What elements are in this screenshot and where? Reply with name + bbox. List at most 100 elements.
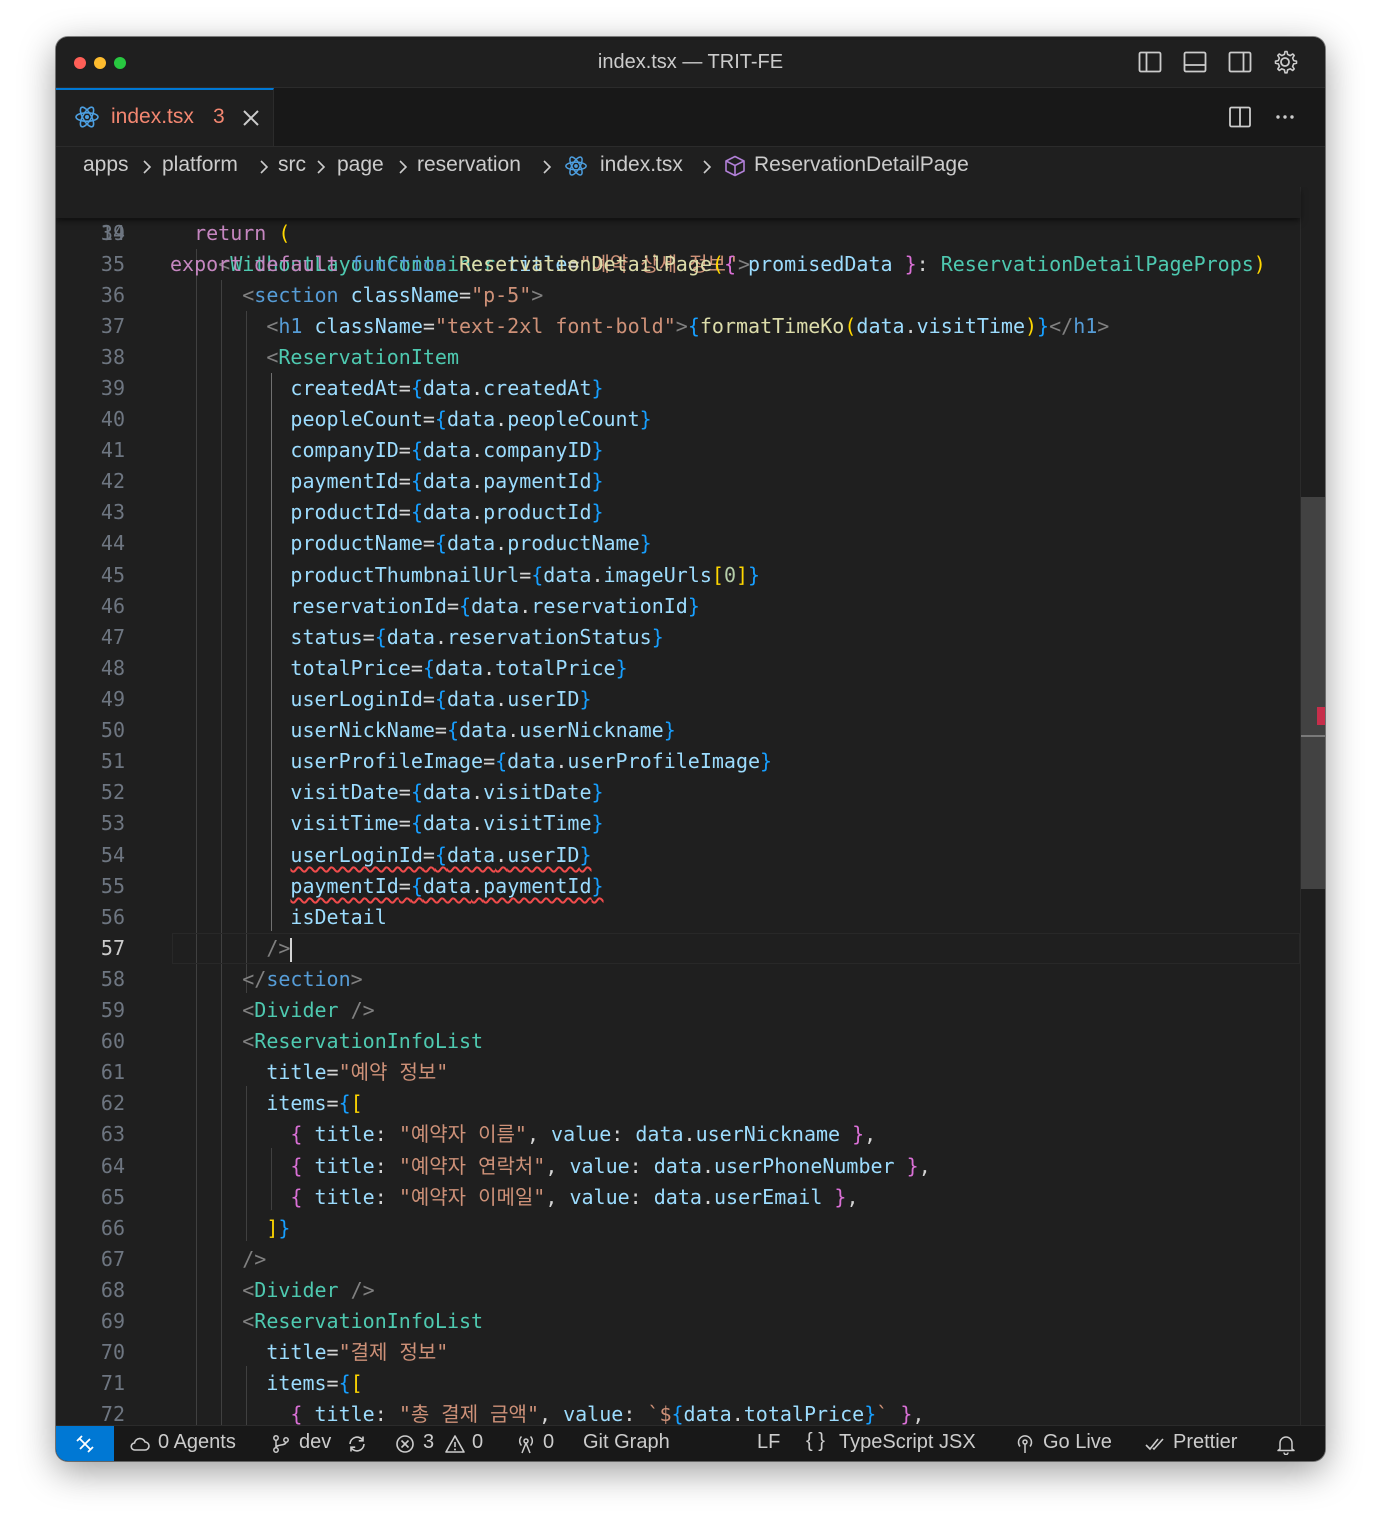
ports-count[interactable]: 0 [543, 1431, 554, 1454]
code-line[interactable]: 70 title="결제 정보" [56, 1337, 1300, 1368]
code-text[interactable]: companyID={data.companyID} [170, 435, 603, 466]
warning-count[interactable]: 0 [472, 1431, 483, 1454]
code-line[interactable]: 39 createdAt={data.createdAt} [56, 373, 1300, 404]
code-line[interactable]: 64 { title: "예약자 연락처", value: data.userP… [56, 1151, 1300, 1182]
breadcrumb-index-tsx[interactable]: index.tsx [600, 153, 683, 177]
code-text[interactable]: { title: "예약자 이름", value: data.userNickn… [170, 1119, 876, 1150]
toggle-panel-icon[interactable] [1182, 49, 1208, 75]
code-text[interactable]: { title: "예약자 이메일", value: data.userEmai… [170, 1182, 858, 1213]
code-text[interactable]: totalPrice={data.totalPrice} [170, 653, 627, 684]
code-line[interactable]: 37 <h1 className="text-2xl font-bold">{f… [56, 311, 1300, 342]
code-text[interactable]: <Divider /> [170, 995, 374, 1026]
breadcrumb-symbol[interactable]: ReservationDetailPage [754, 153, 969, 177]
code-line[interactable]: 45 productThumbnailUrl={data.imageUrls[0… [56, 560, 1300, 591]
code-text[interactable]: title="결제 정보" [170, 1337, 448, 1368]
git-graph-button[interactable]: Git Graph [583, 1431, 670, 1454]
code-line[interactable]: 71 items={[ [56, 1368, 1300, 1399]
sticky-scroll-line[interactable]: 19 export default function ReservationDe… [56, 187, 1300, 276]
code-line[interactable]: 46 reservationId={data.reservationId} [56, 591, 1300, 622]
code-text[interactable]: <section className="p-5"> [170, 280, 543, 311]
code-line[interactable]: 34 return ( [56, 218, 1300, 249]
code-line[interactable]: 47 status={data.reservationStatus} [56, 622, 1300, 653]
toggle-secondary-sidebar-icon[interactable] [1227, 49, 1253, 75]
breadcrumb-page[interactable]: page [337, 153, 384, 177]
code-text[interactable]: /> [170, 933, 293, 964]
prettier-status[interactable]: Prettier [1173, 1431, 1237, 1454]
code-line[interactable]: 59 <Divider /> [56, 995, 1300, 1026]
code-line[interactable]: 51 userProfileImage={data.userProfileIma… [56, 746, 1300, 777]
code-line[interactable]: 53 visitTime={data.visitTime} [56, 808, 1300, 839]
tab-index-tsx[interactable]: index.tsx 3 [56, 88, 274, 146]
scrollbar-thumb[interactable] [1301, 497, 1325, 889]
code-line[interactable]: 40 peopleCount={data.peopleCount} [56, 404, 1300, 435]
code-line[interactable]: 43 productId={data.productId} [56, 497, 1300, 528]
git-branch-status[interactable]: dev [299, 1431, 331, 1454]
code-text[interactable]: { title: "총 결제 금액", value: `${data.total… [170, 1399, 924, 1425]
agents-status[interactable]: 0 Agents [158, 1431, 236, 1454]
code-line[interactable]: 61 title="예약 정보" [56, 1057, 1300, 1088]
code-line[interactable]: 52 visitDate={data.visitDate} [56, 777, 1300, 808]
code-text[interactable]: visitDate={data.visitDate} [170, 777, 603, 808]
code-line[interactable]: 67 /> [56, 1244, 1300, 1275]
code-line[interactable]: 69 <ReservationInfoList [56, 1306, 1300, 1337]
breadcrumb-reservation[interactable]: reservation [417, 153, 521, 177]
code-text[interactable]: <h1 className="text-2xl font-bold">{form… [170, 311, 1109, 342]
breadcrumb-apps[interactable]: apps [83, 153, 129, 177]
toggle-primary-sidebar-icon[interactable] [1137, 49, 1163, 75]
vertical-scrollbar[interactable] [1300, 187, 1325, 1425]
code-line[interactable]: 68 <Divider /> [56, 1275, 1300, 1306]
code-text[interactable]: paymentId={data.paymentId} [170, 466, 603, 497]
code-line[interactable]: 44 productName={data.productName} [56, 528, 1300, 559]
code-line[interactable]: 63 { title: "예약자 이름", value: data.userNi… [56, 1119, 1300, 1150]
code-text[interactable]: productId={data.productId} [170, 497, 603, 528]
code-text[interactable]: userProfileImage={data.userProfileImage} [170, 746, 772, 777]
code-editor[interactable]: 19 export default function ReservationDe… [56, 187, 1325, 1425]
code-text[interactable]: productName={data.productName} [170, 528, 651, 559]
split-editor-icon[interactable] [1227, 104, 1253, 130]
code-line[interactable]: 66 ]} [56, 1213, 1300, 1244]
close-tab-icon[interactable] [240, 107, 262, 129]
code-text[interactable]: export default function ReservationDetai… [170, 249, 1266, 280]
code-text[interactable]: visitTime={data.visitTime} [170, 808, 603, 839]
code-line-error[interactable]: 55 paymentId={data.paymentId} [56, 871, 1300, 902]
code-line[interactable]: 49 userLoginId={data.userID} [56, 684, 1300, 715]
settings-gear-icon[interactable] [1272, 49, 1298, 75]
code-text[interactable]: reservationId={data.reservationId} [170, 591, 699, 622]
code-text[interactable]: return ( [170, 218, 290, 249]
code-text[interactable]: productThumbnailUrl={data.imageUrls[0]} [170, 560, 760, 591]
code-line[interactable]: 48 totalPrice={data.totalPrice} [56, 653, 1300, 684]
code-line[interactable]: 41 companyID={data.companyID} [56, 435, 1300, 466]
code-text[interactable]: items={[ [170, 1088, 362, 1119]
code-line-current[interactable]: 57 /> [56, 933, 1300, 964]
code-line[interactable]: 72 { title: "총 결제 금액", value: `${data.to… [56, 1399, 1300, 1425]
code-text[interactable]: <ReservationInfoList [170, 1306, 483, 1337]
code-text[interactable]: /> [170, 1244, 266, 1275]
code-text[interactable]: isDetail [170, 902, 386, 933]
code-text[interactable]: userLoginId={data.userID} [170, 840, 591, 871]
more-actions-icon[interactable] [1272, 104, 1298, 130]
code-line[interactable]: 60 <ReservationInfoList [56, 1026, 1300, 1057]
sync-icon[interactable] [346, 1433, 368, 1455]
code-text[interactable]: peopleCount={data.peopleCount} [170, 404, 651, 435]
bell-icon[interactable] [1275, 1433, 1297, 1455]
error-count[interactable]: 3 [423, 1431, 434, 1454]
code-text[interactable]: ]} [170, 1213, 290, 1244]
code-text[interactable]: <ReservationInfoList [170, 1026, 483, 1057]
code-line[interactable]: 42 paymentId={data.paymentId} [56, 466, 1300, 497]
code-text[interactable]: { title: "예약자 연락처", value: data.userPhon… [170, 1151, 930, 1182]
code-line[interactable]: 65 { title: "예약자 이메일", value: data.userE… [56, 1182, 1300, 1213]
code-text[interactable]: items={[ [170, 1368, 362, 1399]
code-line[interactable]: 36 <section className="p-5"> [56, 280, 1300, 311]
code-text[interactable]: paymentId={data.paymentId} [170, 871, 603, 902]
code-text[interactable]: userLoginId={data.userID} [170, 684, 591, 715]
code-line[interactable]: 50 userNickName={data.userNickname} [56, 715, 1300, 746]
code-line-error[interactable]: 54 userLoginId={data.userID} [56, 840, 1300, 871]
code-text[interactable]: </section> [170, 964, 362, 995]
breadcrumb-src[interactable]: src [278, 153, 306, 177]
end-of-line-status[interactable]: LF [757, 1431, 780, 1454]
code-text[interactable]: createdAt={data.createdAt} [170, 373, 603, 404]
code-text[interactable]: title="예약 정보" [170, 1057, 448, 1088]
code-text[interactable]: <Divider /> [170, 1275, 374, 1306]
breadcrumb-platform[interactable]: platform [162, 153, 238, 177]
remote-indicator-button[interactable] [56, 1426, 114, 1461]
